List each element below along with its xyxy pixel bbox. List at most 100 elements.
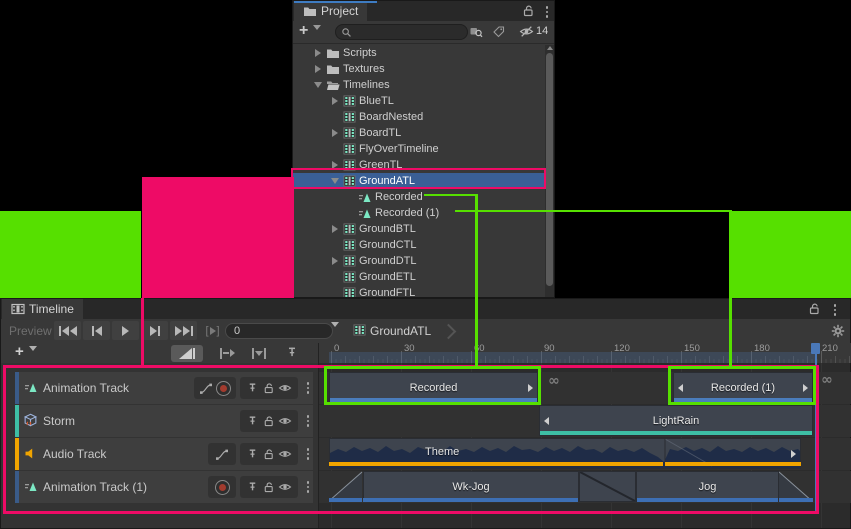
play-range-button[interactable]: [] [199,321,226,340]
annotation-green-rect-left [0,211,141,298]
timeline-asset-icon [343,111,356,123]
ruler-tick-label: 210 [822,343,838,354]
preview-toggle[interactable]: Preview [9,324,52,338]
scroll-up-icon[interactable] [547,46,553,50]
folder-open-icon [326,79,340,91]
tree-item-boardtl[interactable]: BoardTL [293,125,545,141]
kebab-menu-icon[interactable] [830,303,840,317]
expand-arrow-icon[interactable] [329,257,340,265]
folder-icon [326,63,340,75]
ripple-mode-button[interactable] [211,345,243,362]
project-search-field[interactable] [335,24,468,40]
expand-arrow-icon[interactable] [312,65,323,73]
mix-mode-button[interactable] [171,345,203,362]
scrollbar-thumb[interactable] [546,53,553,286]
timeline-tab-bar: Timeline [1,299,850,319]
breadcrumb[interactable]: GroundATL [370,324,431,338]
ruler-tick-label: 150 [684,343,700,354]
next-frame-button[interactable] [141,321,168,340]
annotation-pink-rect [142,177,294,298]
tree-item-flyovertimeline[interactable]: FlyOverTimeline [293,141,545,157]
animation-clip-icon [358,191,372,204]
create-asset-caret-icon[interactable] [313,30,321,42]
folder-icon [326,47,340,59]
hidden-count: 14 [536,25,548,37]
annotation-green-rect-right [732,211,851,298]
gear-icon[interactable] [831,324,845,338]
project-scrollbar[interactable] [545,45,554,297]
kebab-menu-icon[interactable] [542,5,552,19]
tree-item-groundctl[interactable]: GroundCTL [293,237,545,253]
tree-item-scripts[interactable]: Scripts [293,45,545,61]
tree-item-recorded-1[interactable]: Recorded (1) [293,205,545,221]
timeline-asset-icon [343,239,356,251]
screenshot-canvas: Project + 14 Scripts Textures Timelines … [0,0,851,529]
ruler-tick-label: 30 [404,343,415,354]
lock-icon[interactable] [521,4,535,20]
ruler-duration-band [329,352,816,363]
tree-item-textures[interactable]: Textures [293,61,545,77]
ruler-tick-label: 0 [334,343,339,354]
replace-mode-button[interactable] [243,345,275,362]
animation-clip-icon [358,207,372,220]
search-by-label-button[interactable] [492,25,506,38]
annotation-outline-clip-recorded1 [668,366,816,405]
tree-item-timelines[interactable]: Timelines [293,77,545,93]
marker-pin-icon[interactable] [285,346,299,359]
search-by-type-button[interactable] [469,25,483,38]
timeline-transport-bar: Preview [] 0 GroundATL [1,319,850,344]
timeline-tab-title: Timeline [29,302,74,316]
goto-start-button[interactable] [54,321,81,340]
add-track-caret-icon[interactable] [29,351,37,363]
expand-arrow-icon[interactable] [329,225,340,233]
annotation-green-line-recorded1-v [729,210,732,366]
previous-frame-button[interactable] [83,321,110,340]
frame-field[interactable]: 0 [225,323,333,339]
expand-arrow-icon[interactable] [329,97,340,105]
annotation-green-line-recorded-v [475,194,478,366]
ruler-tick-label: 120 [614,343,630,354]
expand-arrow-icon[interactable] [312,49,323,57]
tree-item-boardnested[interactable]: BoardNested [293,109,545,125]
tree-item-groundetl[interactable]: GroundETL [293,269,545,285]
timeline-asset-icon [343,95,356,107]
ruler-tick-label: 90 [544,343,555,354]
timeline-asset-icon [343,255,356,267]
tree-item-groundftl[interactable]: GroundFTL [293,285,545,297]
annotation-outline-groundatl [291,168,546,189]
project-window: Project + 14 Scripts Textures Timelines … [292,0,555,298]
infinity-icon: ∞ [821,372,833,388]
frame-field-caret-icon[interactable] [331,327,339,339]
tree-item-bluetl[interactable]: BlueTL [293,93,545,109]
play-button[interactable] [112,321,139,340]
hidden-count-eye-icon[interactable] [519,25,534,38]
time-ruler[interactable]: 0 30 60 90 120 150 180 210 [319,343,851,363]
folder-icon [303,5,317,17]
expand-arrow-icon[interactable] [329,129,340,137]
search-icon [341,27,352,38]
collapse-arrow-icon[interactable] [312,82,323,88]
lock-icon[interactable] [807,302,821,318]
film-icon [11,303,25,315]
tab-timeline[interactable]: Timeline [2,299,83,319]
tree-item-groundbtl[interactable]: GroundBTL [293,221,545,237]
annotation-green-line-recorded1-h [455,210,732,212]
ruler-tick-label: 180 [754,343,770,354]
annotation-pink-connector-line [141,298,144,366]
annotation-green-line-recorded-h [424,194,477,196]
project-tab-bar: Project [293,1,554,21]
tree-item-recorded[interactable]: Recorded [293,189,545,205]
search-input[interactable] [352,25,456,39]
timeline-asset-icon [343,223,356,235]
tree-item-grounddtl[interactable]: GroundDTL [293,253,545,269]
timeline-asset-icon [343,271,356,283]
goto-end-button[interactable] [170,321,197,340]
create-asset-button[interactable]: + [299,22,308,40]
tab-project[interactable]: Project [294,1,367,21]
timeline-asset-icon [353,324,366,336]
add-track-button[interactable]: + [15,343,24,360]
project-toolbar: + 14 [293,21,554,44]
timeline-asset-icon [343,287,356,297]
active-tab-accent [294,1,377,3]
timeline-asset-icon [343,127,356,139]
